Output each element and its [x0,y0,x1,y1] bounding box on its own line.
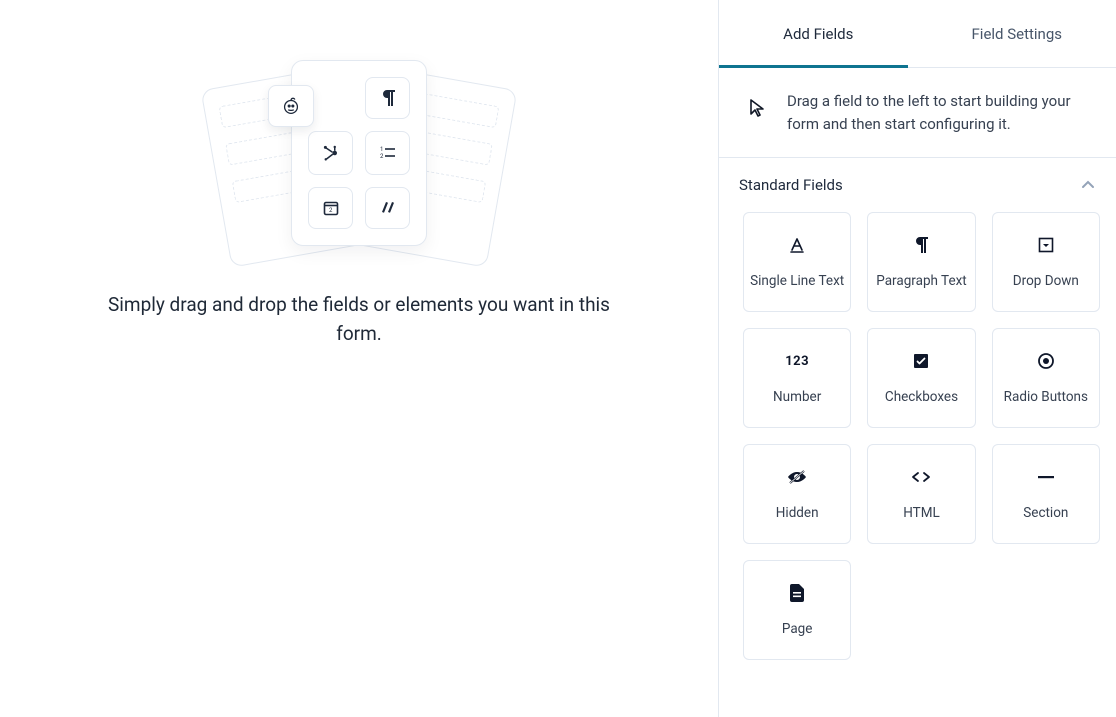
field-checkboxes[interactable]: Checkboxes [867,328,975,428]
field-label: Section [1023,505,1068,521]
field-number[interactable]: 123 Number [743,328,851,428]
field-radio-buttons[interactable]: Radio Buttons [992,328,1100,428]
field-section[interactable]: Section [992,444,1100,544]
sidebar-tabs: Add Fields Field Settings [719,0,1116,68]
hubspot-icon [308,131,353,175]
tab-add-fields[interactable]: Add Fields [719,0,918,67]
field-label: Checkboxes [885,389,958,405]
field-page[interactable]: Page [743,560,851,660]
number-icon: 123 [785,351,809,371]
svg-text:2: 2 [380,153,384,160]
calendar-icon: 2 [308,187,353,229]
field-label: Single Line Text [750,273,844,289]
list-icon: 12 [365,131,410,175]
code-icon [911,467,931,487]
text-icon [788,235,806,255]
tab-field-settings[interactable]: Field Settings [918,0,1116,67]
section-header-standard-fields[interactable]: Standard Fields [719,158,1116,212]
checkbox-icon [913,351,929,371]
paragraph-icon [365,77,410,119]
field-label: Number [773,389,821,405]
field-label: HTML [903,505,940,521]
field-html[interactable]: HTML [867,444,975,544]
svg-text:1: 1 [380,146,383,153]
field-label: Paragraph Text [876,273,966,289]
fields-sidebar: Add Fields Field Settings Drag a field t… [718,0,1116,717]
paragraph-icon [914,235,928,255]
sidebar-hint: Drag a field to the left to start buildi… [719,68,1116,158]
field-label: Drop Down [1013,273,1079,289]
eye-off-icon [787,467,807,487]
field-label: Radio Buttons [1004,389,1088,405]
field-drop-down[interactable]: Drop Down [992,212,1100,312]
section-title: Standard Fields [739,176,843,194]
chevron-up-icon [1080,177,1096,193]
mailchimp-icon [268,85,314,127]
form-canvas[interactable]: 12 2 Simply drag and drop the fields or … [0,0,718,717]
radio-icon [1037,351,1055,371]
empty-form-illustration: 12 2 [209,48,509,258]
dropdown-icon [1038,235,1054,255]
sidebar-hint-text: Drag a field to the left to start buildi… [787,90,1088,135]
stripe-icon [365,187,410,229]
cursor-icon [747,94,767,122]
page-icon [790,583,804,603]
canvas-caption: Simply drag and drop the fields or eleme… [89,290,629,349]
field-label: Hidden [776,505,819,521]
field-label: Page [782,621,813,637]
standard-fields-grid: Single Line Text Paragraph Text Drop Dow… [719,212,1116,676]
field-hidden[interactable]: Hidden [743,444,851,544]
svg-text:2: 2 [329,207,333,214]
field-paragraph-text[interactable]: Paragraph Text [867,212,975,312]
field-single-line-text[interactable]: Single Line Text [743,212,851,312]
minus-icon [1038,467,1054,487]
